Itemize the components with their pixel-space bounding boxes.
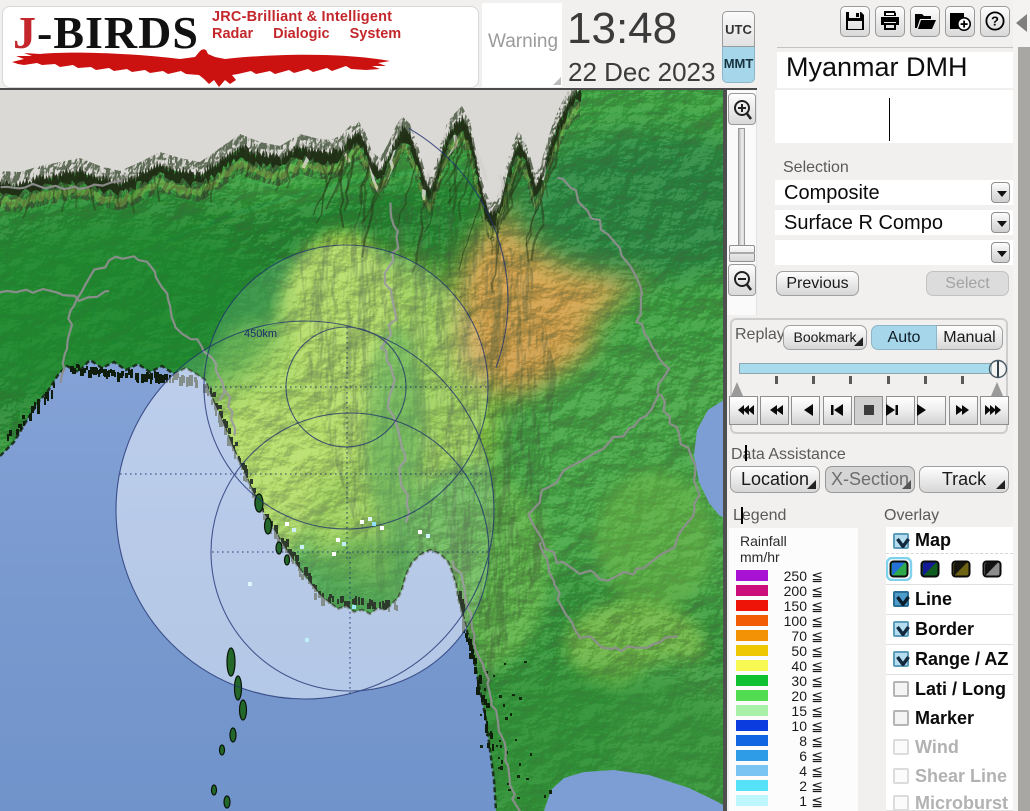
svg-text:?: ?: [991, 14, 999, 29]
svg-text:450km: 450km: [244, 328, 277, 340]
